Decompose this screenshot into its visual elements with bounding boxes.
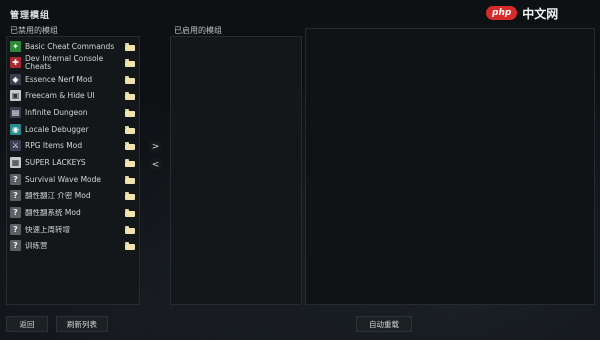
folder-icon[interactable] — [125, 241, 135, 250]
folder-icon[interactable] — [125, 191, 135, 200]
folder-icon[interactable] — [125, 225, 135, 234]
mod-name: Freecam & Hide UI — [25, 91, 95, 100]
mod-name: Basic Cheat Commands — [25, 42, 115, 51]
mod-list-item[interactable]: ? 训练营 — [10, 238, 141, 253]
mod-list-item[interactable]: ⚔ RPG Items Mod — [10, 138, 141, 153]
mod-list-item[interactable]: ? 翻性翻江 介密 Mod — [10, 188, 141, 203]
mod-name: Survival Wave Mode — [25, 175, 102, 184]
question-icon: ? — [10, 174, 21, 185]
mod-list-item[interactable]: ▣ Freecam & Hide UI — [10, 88, 141, 103]
mod-list-item[interactable]: ◉ Locale Debugger — [10, 122, 141, 137]
question-icon: ? — [10, 207, 21, 218]
dungeon-icon: ▤ — [10, 107, 21, 118]
folder-icon[interactable] — [125, 175, 135, 184]
mod-list-item[interactable]: ? 快速上周转增 — [10, 222, 141, 237]
folder-icon[interactable] — [125, 58, 135, 67]
refresh-list-button[interactable]: 刷新列表 — [56, 316, 108, 332]
cheat-icon: ✦ — [10, 41, 21, 52]
mod-list-item[interactable]: ▦ SUPER LACKEYS — [10, 155, 141, 170]
folder-icon[interactable] — [125, 141, 135, 150]
mod-name: Dev Internal Console Cheats — [25, 54, 104, 71]
enabled-mods-list[interactable] — [170, 36, 302, 305]
mod-list-item[interactable]: ? 翻性翻系统 Mod — [10, 205, 141, 220]
enable-mod-button[interactable]: > — [150, 141, 161, 152]
locale-icon: ◉ — [10, 124, 21, 135]
mod-details-panel — [305, 28, 595, 305]
mod-name: Locale Debugger — [25, 125, 89, 134]
mod-name: 训练营 — [25, 241, 48, 250]
question-icon: ? — [10, 240, 21, 251]
mod-name: 翻性翻江 介密 Mod — [25, 191, 91, 200]
folder-icon[interactable] — [125, 108, 135, 117]
watermark: php 中文网 — [486, 3, 596, 23]
mod-list-item[interactable]: ? Survival Wave Mode — [10, 172, 141, 187]
auto-reload-button[interactable]: 自动重载 — [356, 316, 412, 332]
watermark-text: 中文网 — [522, 6, 559, 21]
mod-name: Essence Nerf Mod — [25, 75, 93, 84]
essence-icon: ◆ — [10, 74, 21, 85]
freecam-icon: ▣ — [10, 90, 21, 101]
folder-icon[interactable] — [125, 42, 135, 51]
lackeys-icon: ▦ — [10, 157, 21, 168]
mod-name: SUPER LACKEYS — [25, 158, 86, 167]
disable-mod-button[interactable]: < — [150, 159, 161, 170]
folder-icon[interactable] — [125, 208, 135, 217]
mod-list-item[interactable]: ▤ Infinite Dungeon — [10, 105, 141, 120]
mod-name: 快速上周转增 — [25, 225, 70, 234]
back-button[interactable]: 返回 — [6, 316, 48, 332]
question-icon: ? — [10, 224, 21, 235]
folder-icon[interactable] — [125, 158, 135, 167]
disabled-mods-label: 已禁用的模组 — [10, 26, 58, 35]
folder-icon[interactable] — [125, 91, 135, 100]
console-icon: ✚ — [10, 57, 21, 68]
question-icon: ? — [10, 190, 21, 201]
mod-name: Infinite Dungeon — [25, 108, 88, 117]
folder-icon[interactable] — [125, 125, 135, 134]
mod-name: RPG Items Mod — [25, 141, 83, 150]
mod-list-item[interactable]: ✦ Basic Cheat Commands — [10, 39, 141, 54]
window-title: 管理模组 — [10, 11, 51, 21]
watermark-badge: php — [486, 6, 518, 20]
rpg-icon: ⚔ — [10, 140, 21, 151]
mod-list-item[interactable]: ✚ Dev Internal Console Cheats — [10, 55, 141, 70]
mod-name: 翻性翻系统 Mod — [25, 208, 81, 217]
mod-list-item[interactable]: ◆ Essence Nerf Mod — [10, 72, 141, 87]
enabled-mods-label: 已启用的模组 — [174, 26, 222, 35]
folder-icon[interactable] — [125, 75, 135, 84]
